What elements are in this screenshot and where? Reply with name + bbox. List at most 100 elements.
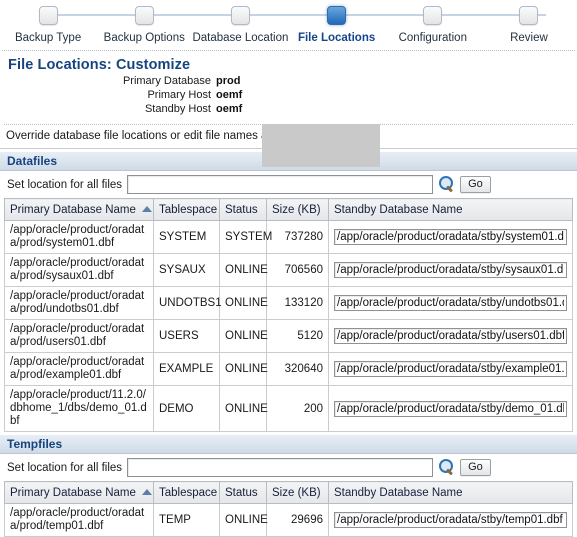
datafiles-standby-name-input[interactable] xyxy=(334,295,567,311)
datafiles-standby-name-input[interactable] xyxy=(334,361,567,377)
datafiles-cell-status: SYSTEM xyxy=(219,220,272,254)
tempfiles-set-location-row: Set location for all files Go xyxy=(0,454,577,481)
datafiles-standby-name-input[interactable] xyxy=(334,262,567,278)
datafiles-table: Primary Database Name Tablespace Status … xyxy=(4,198,573,432)
wizard-train: Backup Type Backup Options Database Locati… xyxy=(0,0,577,50)
datafiles-col-primary-name[interactable]: Primary Database Name xyxy=(4,198,154,221)
train-step-label: File Locations xyxy=(297,32,376,44)
datafiles-standby-name-input[interactable] xyxy=(334,400,567,417)
train-step-marker-icon[interactable] xyxy=(230,6,250,25)
tempfiles-standby-name-input[interactable] xyxy=(334,512,567,528)
sort-ascending-icon[interactable] xyxy=(141,206,152,213)
info-label-primary-host: Primary Host xyxy=(147,89,211,101)
datafiles-cell-size: 706560 xyxy=(266,253,329,287)
datafiles-cell-tablespace: EXAMPLE xyxy=(153,352,220,386)
train-step-backup-options[interactable]: Backup Options xyxy=(96,0,192,50)
datafiles-cell-primary-name: /app/oracle/product/oradata/prod/example… xyxy=(4,352,154,386)
magnifier-icon[interactable] xyxy=(438,459,455,476)
datafiles-cell-standby-name xyxy=(328,286,573,320)
info-label-primary-database: Primary Database xyxy=(122,75,211,87)
info-row-primary-database: Primary Database prod xyxy=(6,75,242,89)
tempfiles-col-size[interactable]: Size (KB) xyxy=(266,481,329,504)
train-step-label: Backup Type xyxy=(14,32,82,44)
tempfiles-section-title: Tempfiles xyxy=(7,437,63,451)
tempfiles-section-bar: Tempfiles xyxy=(0,435,577,454)
file-locations-page: Backup Type Backup Options Database Locati… xyxy=(0,0,577,537)
tempfiles-header-row: Primary Database Name Tablespace Status … xyxy=(4,481,573,504)
tempfiles-set-location-input[interactable] xyxy=(127,458,434,477)
datafiles-set-location-label: Set location for all files xyxy=(7,178,123,191)
tempfiles-go-button[interactable]: Go xyxy=(460,459,491,476)
tempfiles-col-status[interactable]: Status xyxy=(219,481,267,504)
datafiles-cell-standby-name xyxy=(328,220,573,254)
datafiles-standby-name-input[interactable] xyxy=(334,229,567,245)
train-step-file-locations[interactable]: File Locations xyxy=(289,0,385,50)
table-row: /app/oracle/product/11.2.0/dbhome_1/dbs/… xyxy=(4,385,573,432)
datafiles-cell-status: ONLINE xyxy=(219,319,268,353)
train-step-marker-icon[interactable] xyxy=(327,6,347,25)
table-row: /app/oracle/product/oradata/prod/undotbs… xyxy=(4,286,573,320)
datafiles-section: Datafiles Set location for all files Go … xyxy=(0,152,577,432)
datafiles-cell-size: 200 xyxy=(266,385,329,432)
info-value-primary-database: prod xyxy=(216,75,241,87)
datafiles-cell-size: 5120 xyxy=(266,319,329,353)
datafiles-cell-tablespace: DEMO xyxy=(153,385,220,432)
tempfiles-col-primary-name-label: Primary Database Name xyxy=(10,486,136,499)
info-label-standby-host: Standby Host xyxy=(144,103,211,115)
sort-ascending-icon[interactable] xyxy=(141,489,152,496)
database-info-table: Primary Database prod Primary Host oemf … xyxy=(6,75,242,117)
train-step-marker-icon[interactable] xyxy=(423,6,443,25)
train-step-backup-type[interactable]: Backup Type xyxy=(0,0,96,50)
datafiles-section-title: Datafiles xyxy=(7,154,58,168)
page-title: File Locations: Customize xyxy=(8,57,191,73)
datafiles-cell-tablespace: SYSTEM xyxy=(153,220,220,254)
table-row: /app/oracle/product/oradata/prod/system0… xyxy=(4,220,573,254)
datafiles-set-location-row: Set location for all files Go xyxy=(0,171,577,198)
datafiles-cell-status: ONLINE xyxy=(219,352,268,386)
train-step-marker-icon[interactable] xyxy=(38,6,58,25)
datafiles-set-location-input[interactable] xyxy=(127,175,434,194)
train-step-label: Review xyxy=(510,32,548,44)
datafiles-cell-size: 133120 xyxy=(266,286,329,320)
info-value-primary-host: oemf xyxy=(216,89,243,101)
datafiles-cell-standby-name xyxy=(328,352,573,386)
datafiles-go-button[interactable]: Go xyxy=(460,176,491,193)
tempfiles-set-location-label: Set location for all files xyxy=(7,461,123,474)
datafiles-col-size[interactable]: Size (KB) xyxy=(266,198,329,221)
datafiles-col-standby-name[interactable]: Standby Database Name xyxy=(328,198,573,221)
train-step-marker-icon[interactable] xyxy=(134,6,154,25)
datafiles-cell-standby-name xyxy=(328,385,573,432)
table-row: /app/oracle/product/oradata/prod/sysaux0… xyxy=(4,253,573,287)
datafiles-col-tablespace[interactable]: Tablespace xyxy=(153,198,220,221)
datafiles-cell-primary-name: /app/oracle/product/oradata/prod/sysaux0… xyxy=(4,253,154,287)
datafiles-cell-tablespace: UNDOTBS1 xyxy=(153,286,222,320)
datafiles-cell-primary-name: /app/oracle/product/oradata/prod/system0… xyxy=(4,220,154,254)
page-header: File Locations: Customize Primary Databa… xyxy=(0,51,577,167)
magnifier-icon[interactable] xyxy=(438,176,455,193)
datafiles-cell-tablespace: SYSAUX xyxy=(153,253,220,287)
datafiles-cell-standby-name xyxy=(328,319,573,353)
datafiles-cell-standby-name xyxy=(328,253,573,287)
datafiles-header-row: Primary Database Name Tablespace Status … xyxy=(4,198,573,221)
train-step-label: Configuration xyxy=(398,32,467,44)
train-step-label: Backup Options xyxy=(103,32,185,44)
info-value-standby-host: oemf xyxy=(216,103,243,115)
table-row: /app/oracle/product/oradata/prod/users01… xyxy=(4,319,573,353)
redaction-overlay xyxy=(262,124,380,167)
datafiles-cell-size: 320640 xyxy=(266,352,329,386)
info-row-standby-host: Standby Host oemf xyxy=(6,103,242,117)
datafiles-cell-tablespace: USERS xyxy=(153,319,220,353)
datafiles-standby-name-input[interactable] xyxy=(334,328,567,344)
tempfiles-col-tablespace[interactable]: Tablespace xyxy=(153,481,220,504)
datafiles-col-status[interactable]: Status xyxy=(219,198,267,221)
tempfiles-col-primary-name[interactable]: Primary Database Name xyxy=(4,481,154,504)
train-steps: Backup Type Backup Options Database Locati… xyxy=(0,0,577,50)
tempfiles-section: Tempfiles Set location for all files Go … xyxy=(0,435,577,537)
tempfiles-table: Primary Database Name Tablespace Status … xyxy=(4,481,573,537)
tempfiles-col-standby-name[interactable]: Standby Database Name xyxy=(328,481,573,504)
train-step-review[interactable]: Review xyxy=(481,0,577,50)
train-step-database-location[interactable]: Database Location xyxy=(192,0,288,50)
train-step-marker-icon[interactable] xyxy=(519,6,539,25)
datafiles-cell-status: ONLINE xyxy=(219,253,268,287)
train-step-configuration[interactable]: Configuration xyxy=(385,0,481,50)
